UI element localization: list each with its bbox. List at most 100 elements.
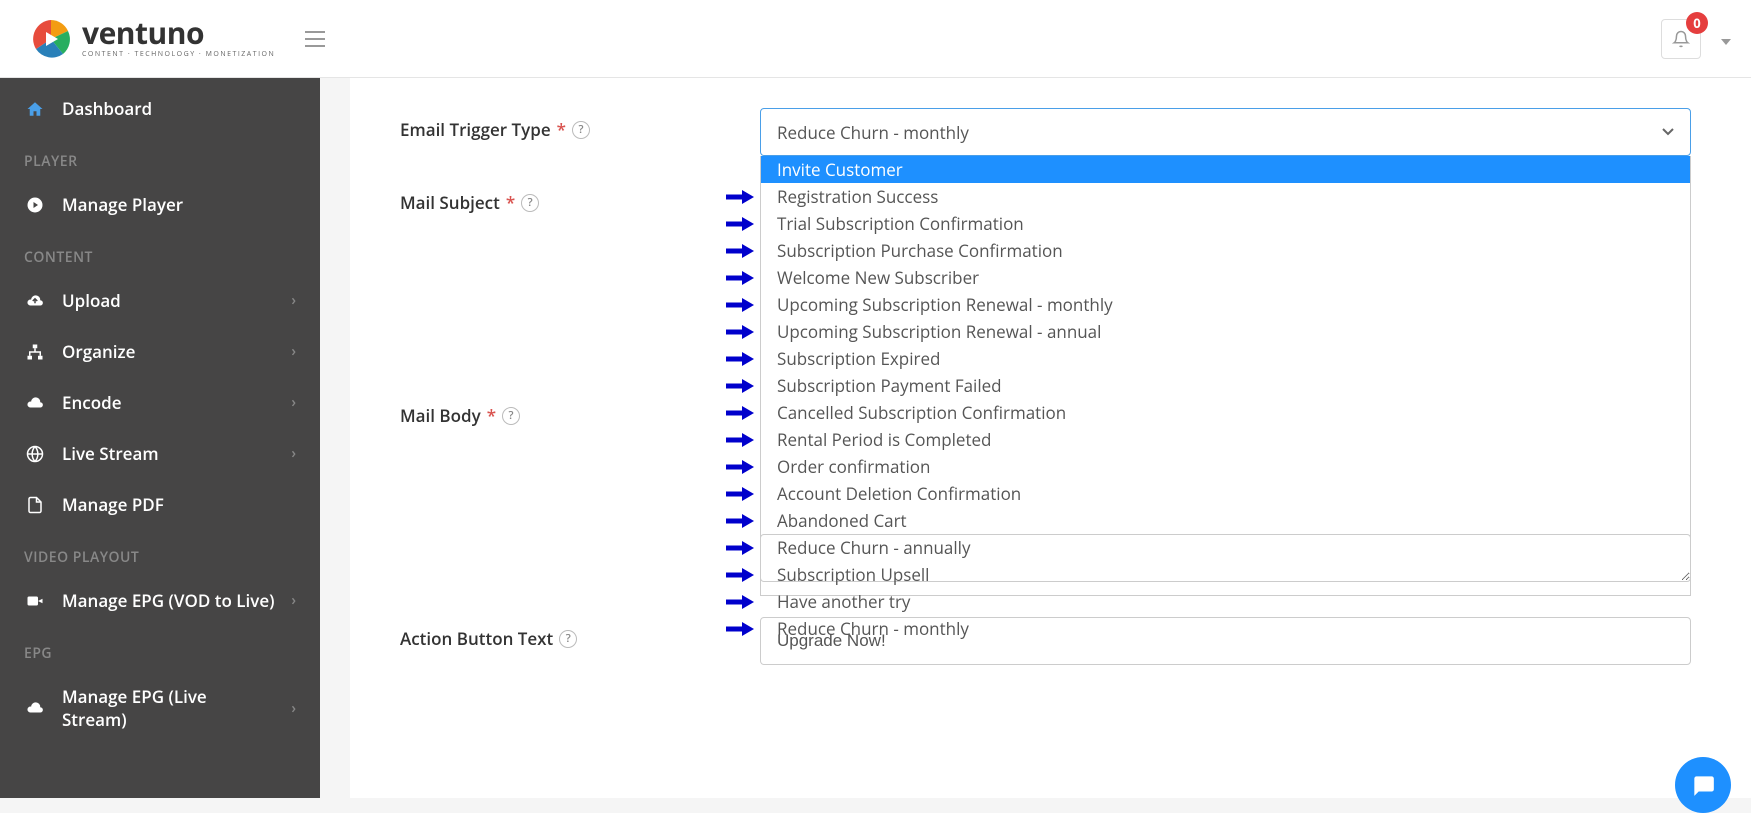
sidebar-section-content: CONTENT — [0, 230, 320, 275]
cloud-icon — [24, 394, 46, 412]
chevron-right-icon: › — [291, 444, 296, 463]
cloud-upload-icon — [24, 292, 46, 310]
dropdown-option[interactable]: Have another try — [761, 588, 1690, 615]
sidebar-item-manage-epg-live[interactable]: Manage EPG (Live Stream) › — [0, 671, 320, 745]
cloud-icon — [24, 699, 46, 717]
sidebar-section-player: PLAYER — [0, 134, 320, 179]
notification-button[interactable]: 0 — [1661, 19, 1701, 59]
brand-logo[interactable]: ventuno CONTENT · TECHNOLOGY · MONETIZAT… — [30, 18, 275, 60]
dropdown-option[interactable]: Rental Period is Completed — [761, 426, 1690, 453]
arrow-right-icon — [726, 325, 754, 339]
chevron-right-icon: › — [291, 291, 296, 310]
dropdown-option[interactable]: Welcome New Subscriber — [761, 264, 1690, 291]
dropdown-option[interactable]: Subscription Purchase Confirmation — [761, 237, 1690, 264]
arrow-right-icon — [726, 541, 754, 555]
dropdown-option[interactable]: Subscription Payment Failed — [761, 372, 1690, 399]
arrow-right-icon — [726, 622, 754, 636]
required-asterisk: * — [557, 118, 566, 141]
sidebar-item-encode[interactable]: Encode › — [0, 377, 320, 428]
user-menu-caret-icon[interactable] — [1721, 28, 1731, 50]
arrow-right-icon — [726, 190, 754, 204]
label-text: Mail Body — [400, 404, 481, 427]
brand-tagline: CONTENT · TECHNOLOGY · MONETIZATION — [82, 50, 275, 59]
email-trigger-select[interactable]: Reduce Churn - monthly — [760, 108, 1691, 156]
sidebar-item-label: Live Stream — [62, 442, 159, 465]
dropdown-option[interactable]: Cancelled Subscription Confirmation — [761, 399, 1690, 426]
sidebar-item-dashboard[interactable]: Dashboard — [0, 83, 320, 134]
brand-name: ventuno — [82, 18, 275, 48]
chevron-right-icon: › — [291, 591, 296, 610]
sidebar: Dashboard PLAYER Manage Player CONTENT U… — [0, 78, 320, 798]
arrow-right-icon — [726, 217, 754, 231]
dropdown-option[interactable]: Registration Success — [761, 183, 1690, 210]
logo-icon — [30, 18, 72, 60]
help-icon[interactable]: ? — [502, 407, 520, 425]
sidebar-item-manage-epg-vod[interactable]: Manage EPG (VOD to Live) › — [0, 575, 320, 626]
label-text: Action Button Text — [400, 627, 553, 650]
sidebar-item-label: Organize — [62, 340, 135, 363]
sidebar-item-manage-pdf[interactable]: Manage PDF — [0, 479, 320, 530]
sidebar-item-label: Encode — [62, 391, 121, 414]
label-email-trigger-type: Email Trigger Type * ? — [400, 108, 760, 141]
sidebar-item-label: Manage PDF — [62, 493, 164, 516]
sidebar-item-live-stream[interactable]: Live Stream › — [0, 428, 320, 479]
sidebar-item-organize[interactable]: Organize › — [0, 326, 320, 377]
sidebar-section-epg: EPG — [0, 626, 320, 671]
main-layout: Dashboard PLAYER Manage Player CONTENT U… — [0, 78, 1751, 798]
dropdown-option[interactable]: Order confirmation — [761, 453, 1690, 480]
header-right: 0 — [1661, 19, 1731, 59]
arrow-right-icon — [726, 514, 754, 528]
help-icon[interactable]: ? — [559, 630, 577, 648]
dropdown-option[interactable]: Trial Subscription Confirmation — [761, 210, 1690, 237]
sidebar-section-video-playout: VIDEO PLAYOUT — [0, 530, 320, 575]
arrow-right-icon — [726, 352, 754, 366]
sidebar-item-label: Dashboard — [62, 97, 152, 120]
dropdown-option[interactable]: Upcoming Subscription Renewal - monthly — [761, 291, 1690, 318]
chevron-right-icon: › — [291, 342, 296, 361]
help-icon[interactable]: ? — [572, 121, 590, 139]
arrow-right-icon — [726, 568, 754, 582]
chevron-right-icon: › — [291, 699, 296, 718]
label-action-button-text: Action Button Text ? — [400, 617, 760, 650]
dropdown-option[interactable]: Invite Customer — [761, 156, 1690, 183]
arrow-right-icon — [726, 379, 754, 393]
notification-badge: 0 — [1686, 12, 1708, 34]
dropdown-option[interactable]: Abandoned Cart — [761, 507, 1690, 534]
arrow-right-icon — [726, 244, 754, 258]
label-text: Email Trigger Type — [400, 118, 551, 141]
chevron-right-icon: › — [291, 393, 296, 412]
dropdown-option[interactable]: Subscription Upsell — [761, 561, 1690, 588]
play-circle-icon — [24, 196, 46, 214]
sidebar-item-upload[interactable]: Upload › — [0, 275, 320, 326]
bell-icon — [1672, 30, 1690, 48]
sitemap-icon — [24, 343, 46, 361]
label-mail-body: Mail Body * ? — [400, 394, 760, 427]
sidebar-item-label: Manage EPG (Live Stream) — [62, 685, 275, 731]
dropdown-option[interactable]: Account Deletion Confirmation — [761, 480, 1690, 507]
email-trigger-field: Reduce Churn - monthly Invite CustomerRe… — [760, 108, 1691, 596]
chat-widget-button[interactable] — [1675, 757, 1731, 813]
sidebar-item-label: Upload — [62, 289, 121, 312]
main-content: Email Trigger Type * ? Reduce Churn - mo… — [350, 78, 1751, 798]
chat-icon — [1690, 772, 1716, 798]
chevron-down-icon — [1662, 128, 1674, 136]
sidebar-item-manage-player[interactable]: Manage Player — [0, 179, 320, 230]
arrow-right-icon — [726, 595, 754, 609]
pdf-icon — [24, 496, 46, 514]
hamburger-icon[interactable] — [305, 31, 325, 47]
header-left: ventuno CONTENT · TECHNOLOGY · MONETIZAT… — [30, 18, 325, 60]
dropdown-option[interactable]: Upcoming Subscription Renewal - annual — [761, 318, 1690, 345]
home-icon — [24, 100, 46, 118]
arrow-right-icon — [726, 460, 754, 474]
video-icon — [24, 592, 46, 610]
sidebar-item-label: Manage EPG (VOD to Live) — [62, 589, 275, 612]
arrow-right-icon — [726, 406, 754, 420]
dropdown-option[interactable]: Reduce Churn - monthly — [761, 615, 1690, 642]
arrow-right-icon — [726, 271, 754, 285]
dropdown-option[interactable]: Subscription Expired — [761, 345, 1690, 372]
select-value: Reduce Churn - monthly — [777, 121, 969, 144]
top-header: ventuno CONTENT · TECHNOLOGY · MONETIZAT… — [0, 0, 1751, 78]
dropdown-option[interactable]: Reduce Churn - annually — [761, 534, 1690, 561]
sidebar-item-label: Manage Player — [62, 193, 183, 216]
arrow-right-icon — [726, 298, 754, 312]
